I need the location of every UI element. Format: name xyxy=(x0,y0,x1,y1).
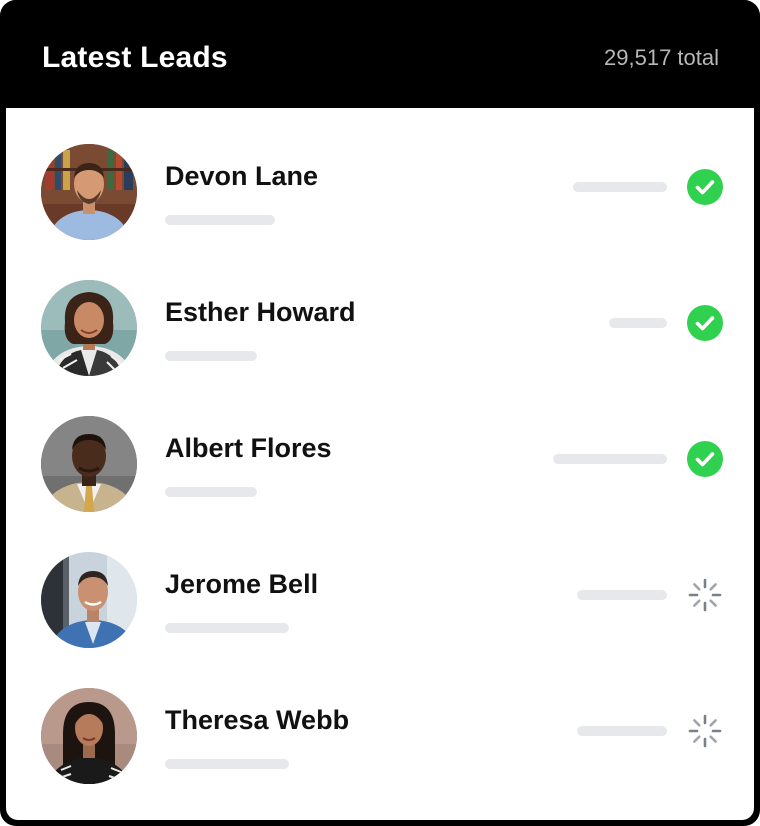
check-circle-icon xyxy=(687,169,723,205)
placeholder-line xyxy=(573,182,667,192)
avatar xyxy=(41,416,137,512)
lead-name: Jerome Bell xyxy=(165,569,319,599)
placeholder-line xyxy=(165,623,289,633)
spinner-icon xyxy=(687,713,723,749)
lead-name: Albert Flores xyxy=(165,433,332,463)
avatar xyxy=(41,688,137,784)
check-circle-icon xyxy=(687,441,723,477)
lead-name: Theresa Webb xyxy=(165,705,350,735)
placeholder-line xyxy=(165,351,257,361)
lead-row[interactable]: Theresa Webb xyxy=(6,652,754,788)
placeholder-line xyxy=(165,487,257,497)
placeholder-line xyxy=(553,454,667,464)
lead-row[interactable]: Esther Howard xyxy=(6,244,754,380)
leads-list: Devon Lane Esther Howard Albert Flores J… xyxy=(6,108,754,820)
lead-row[interactable]: Jerome Bell xyxy=(6,516,754,652)
card-header: Latest Leads 29,517 total xyxy=(0,0,760,108)
lead-row[interactable]: Albert Flores xyxy=(6,380,754,516)
avatar xyxy=(41,280,137,376)
latest-leads-card: Latest Leads 29,517 total Devon Lane Est… xyxy=(0,0,760,826)
total-count: 29,517 total xyxy=(604,45,719,70)
placeholder-line xyxy=(165,215,275,225)
card-title: Latest Leads xyxy=(42,41,228,74)
placeholder-line xyxy=(609,318,667,328)
lead-name: Esther Howard xyxy=(165,297,356,327)
avatar xyxy=(41,552,137,648)
lead-name: Devon Lane xyxy=(165,161,319,191)
spinner-icon xyxy=(687,577,723,613)
avatar xyxy=(41,144,137,240)
lead-row[interactable]: Devon Lane xyxy=(6,108,754,244)
placeholder-line xyxy=(577,590,667,600)
placeholder-line xyxy=(165,759,289,769)
check-circle-icon xyxy=(687,305,723,341)
placeholder-line xyxy=(577,726,667,736)
